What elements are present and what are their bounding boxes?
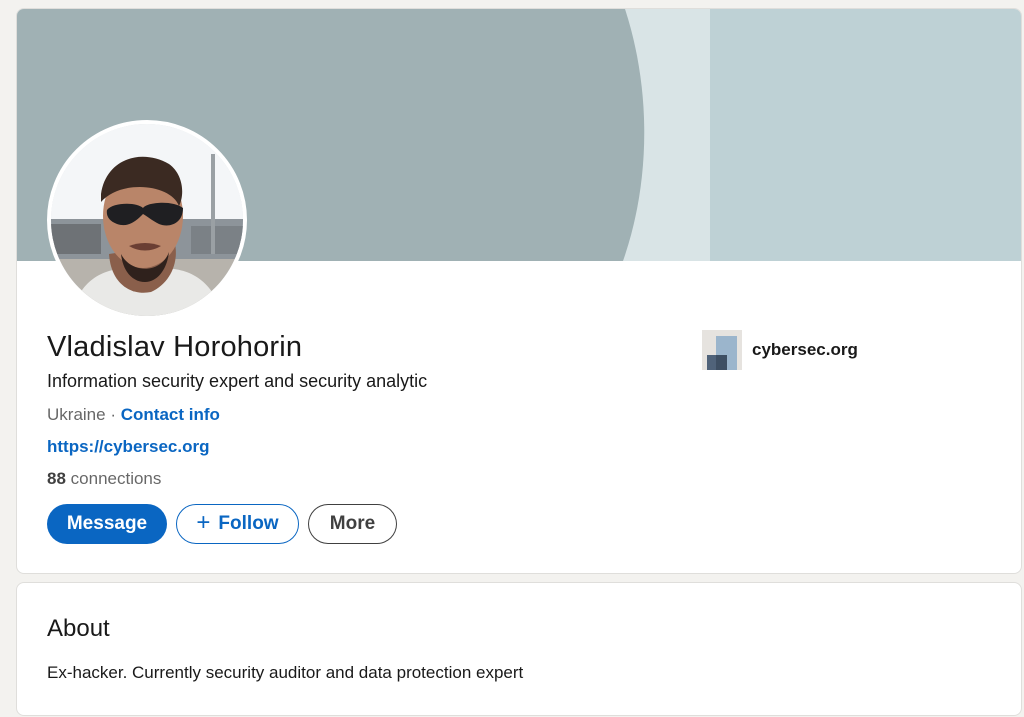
about-card: About Ex-hacker. Currently security audi… (16, 582, 1022, 716)
connections-row: 88 connections (47, 469, 161, 489)
organization-name: cybersec.org (752, 340, 858, 359)
profile-name: Vladislav Horohorin (47, 331, 303, 363)
profile-photo-icon (51, 124, 243, 316)
website-link[interactable]: https://cybersec.org (47, 437, 210, 456)
profile-headline: Information security expert and security… (47, 371, 428, 391)
plus-icon: + (196, 508, 211, 536)
message-button[interactable]: Message (47, 504, 167, 544)
profile-card: Vladislav Horohorin Information security… (16, 8, 1022, 574)
company-logo-icon (702, 330, 742, 370)
contact-info-link[interactable]: Contact info (121, 405, 220, 424)
location-separator: · (110, 405, 116, 424)
website-row: https://cybersec.org (47, 437, 210, 457)
location-row: Ukraine · Contact info (47, 405, 220, 425)
connections-count: 88 (47, 469, 66, 488)
connections-label: connections (70, 469, 162, 488)
follow-button[interactable]: + Follow (176, 504, 299, 544)
current-organization[interactable]: cybersec.org (702, 330, 858, 370)
about-title: About (47, 615, 110, 642)
more-button[interactable]: More (308, 504, 397, 544)
about-text: Ex-hacker. Currently security auditor an… (47, 663, 524, 682)
profile-avatar[interactable] (47, 120, 247, 320)
follow-label: Follow (218, 513, 279, 534)
profile-location: Ukraine (47, 405, 106, 424)
